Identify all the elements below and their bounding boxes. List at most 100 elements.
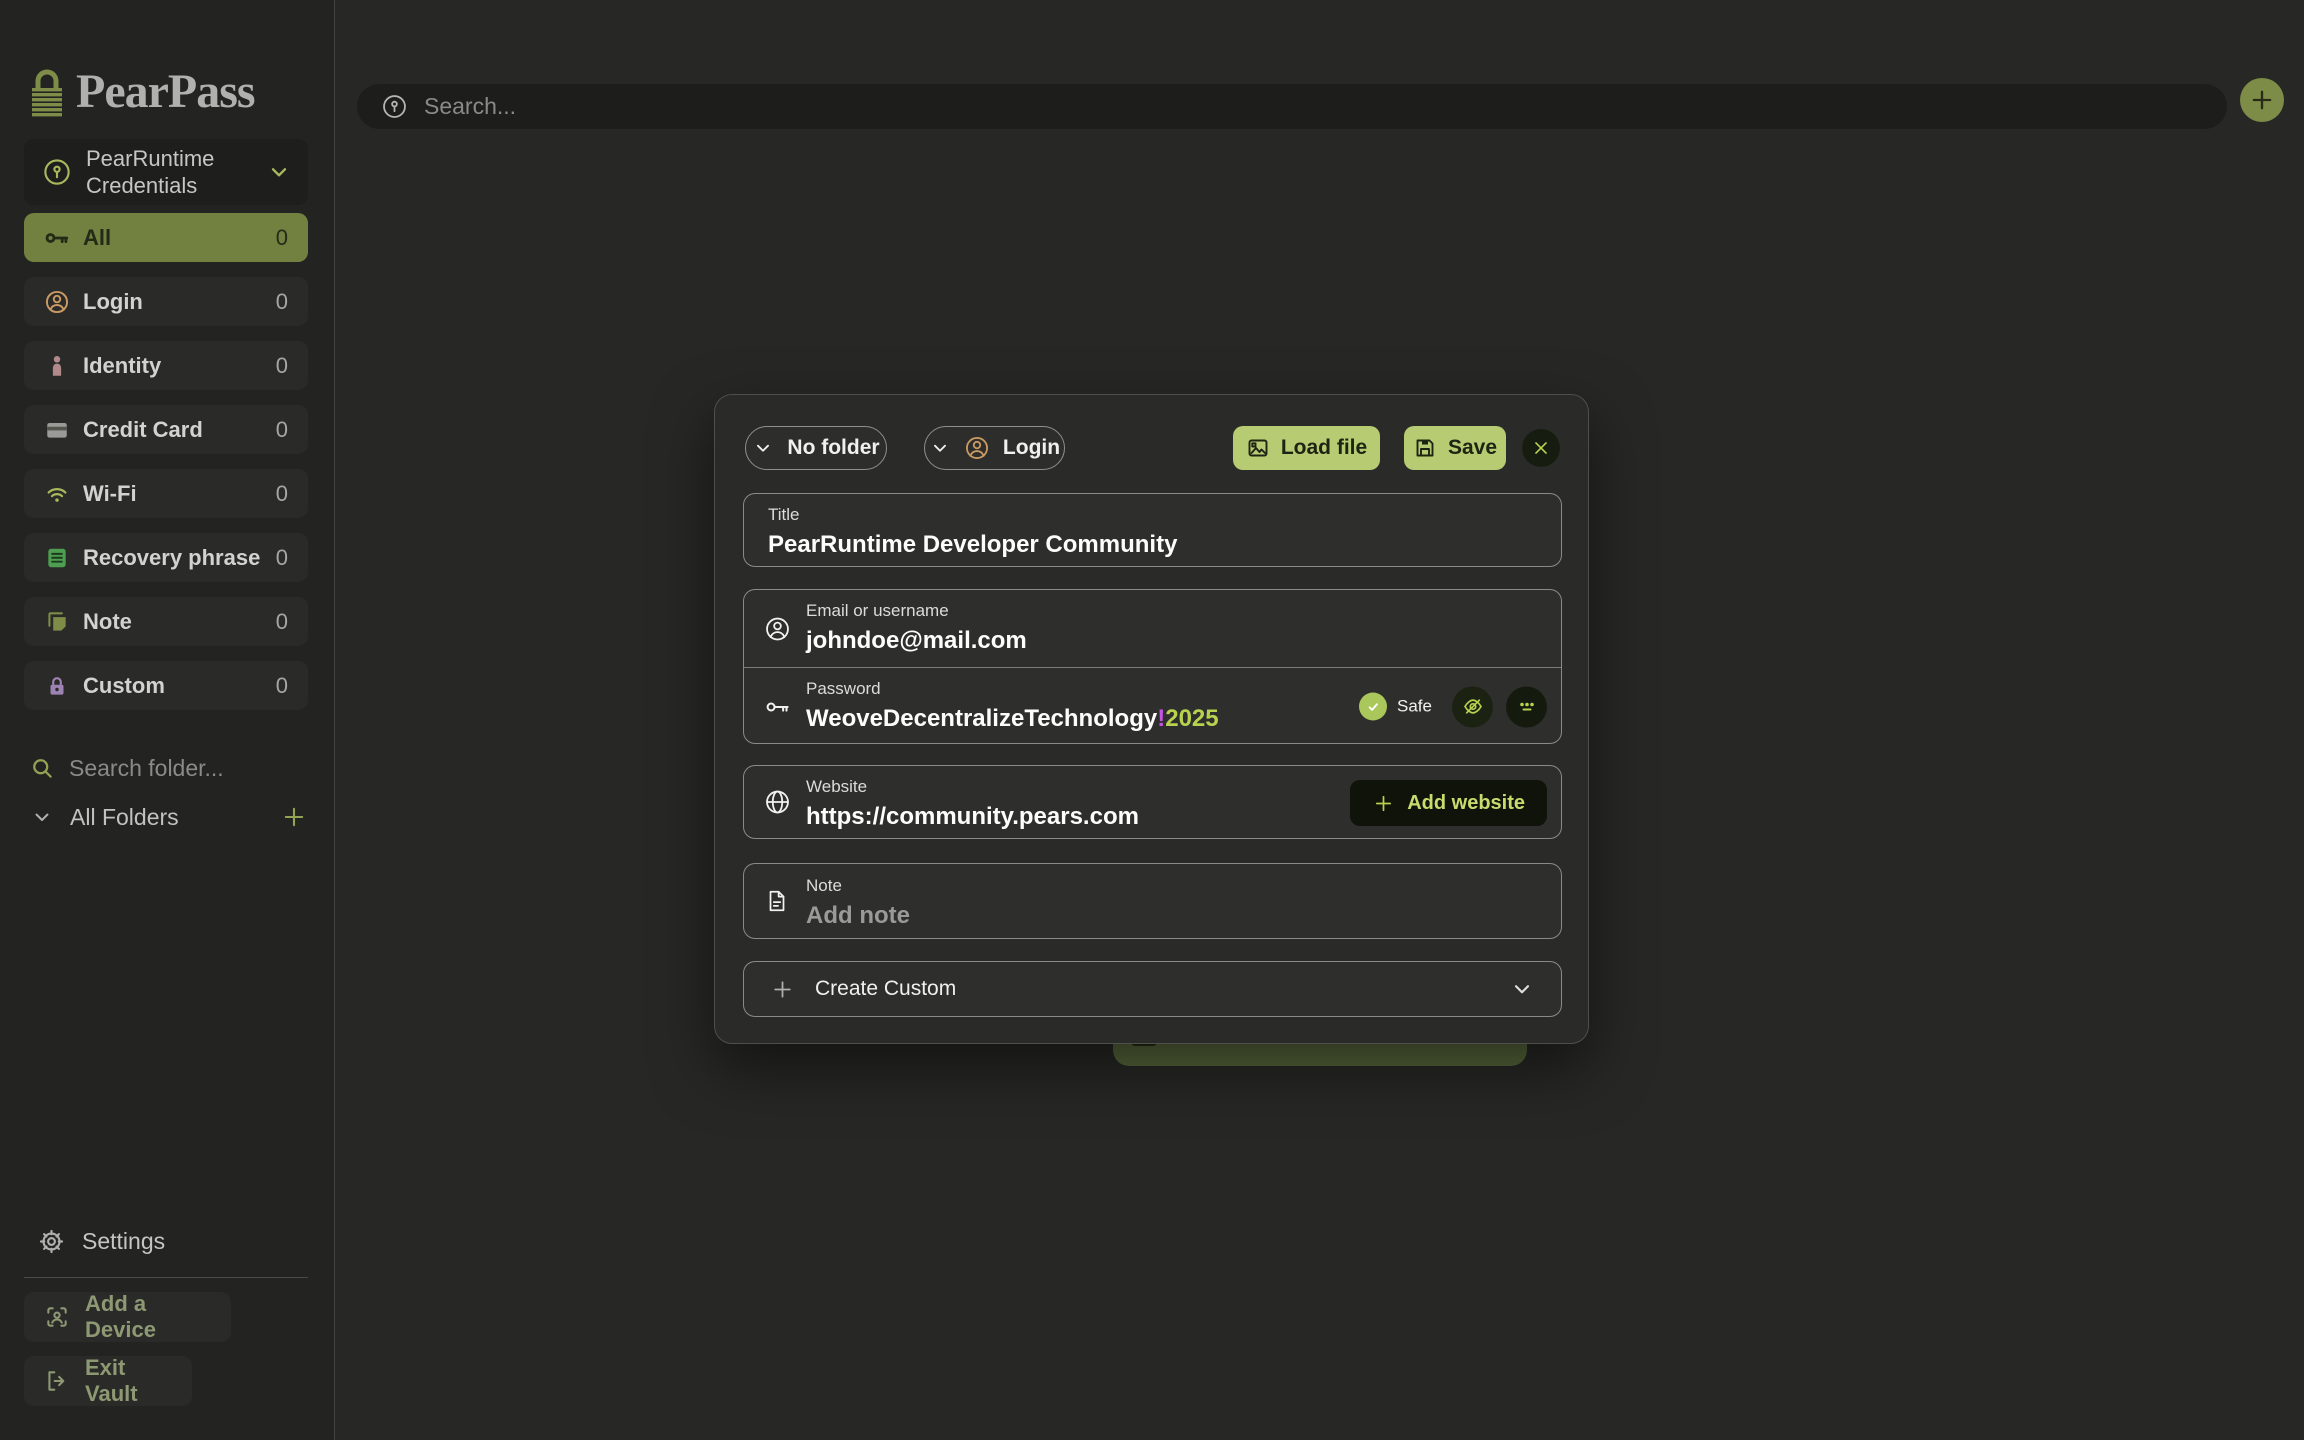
sidebar-item-note[interactable]: Note 0 bbox=[24, 597, 308, 646]
create-custom-label: Create Custom bbox=[815, 977, 956, 1001]
person-circle-icon bbox=[964, 435, 990, 461]
sidebar-item-label: Note bbox=[83, 609, 132, 635]
item-count: 0 bbox=[276, 609, 288, 635]
lock-icon bbox=[44, 673, 70, 699]
create-custom-button[interactable]: Create Custom bbox=[743, 961, 1562, 1017]
toggle-password-visibility-button[interactable] bbox=[1452, 686, 1493, 727]
password-tools: Safe bbox=[1359, 686, 1547, 727]
device-scan-icon bbox=[44, 1304, 70, 1330]
note-label: Note bbox=[806, 876, 1561, 896]
global-search bbox=[357, 84, 2227, 129]
sidebar-item-login[interactable]: Login 0 bbox=[24, 277, 308, 326]
note-placeholder: Add note bbox=[806, 902, 1561, 930]
search-icon bbox=[30, 756, 55, 781]
chevron-down-icon bbox=[752, 437, 774, 459]
keyhole-icon bbox=[42, 157, 72, 187]
chevron-down-icon bbox=[266, 159, 292, 185]
add-website-button[interactable]: Add website bbox=[1350, 780, 1547, 826]
chevron-down-icon bbox=[1509, 976, 1535, 1002]
password-value-digits: 2025 bbox=[1165, 705, 1218, 732]
settings-button[interactable]: Settings bbox=[38, 1228, 165, 1255]
title-label: Title bbox=[768, 505, 1561, 525]
item-count: 0 bbox=[276, 225, 288, 251]
website-field[interactable]: Website https://community.pears.com Add … bbox=[743, 765, 1562, 839]
credit-card-icon bbox=[44, 417, 70, 443]
sidebar-item-custom[interactable]: Custom 0 bbox=[24, 661, 308, 710]
key-icon bbox=[44, 225, 70, 251]
exit-vault-button[interactable]: Exit Vault bbox=[24, 1356, 192, 1406]
globe-icon bbox=[764, 789, 791, 816]
close-button[interactable] bbox=[1522, 429, 1560, 467]
person-circle-icon bbox=[44, 289, 70, 315]
exit-vault-label: Exit Vault bbox=[85, 1355, 168, 1407]
floppy-save-icon bbox=[1413, 436, 1437, 460]
sidebar-item-label: Recovery phrase bbox=[83, 545, 260, 571]
add-device-button[interactable]: Add a Device bbox=[24, 1292, 231, 1342]
modal-header: No folder Login Load file bbox=[745, 426, 1560, 470]
title-field[interactable]: Title PearRuntime Developer Community bbox=[743, 493, 1562, 567]
password-options-button[interactable] bbox=[1506, 686, 1547, 727]
password-field[interactable]: Password WeoveDecentralizeTechnology!202… bbox=[744, 668, 1561, 745]
all-folders-row[interactable]: All Folders bbox=[30, 797, 308, 837]
vault-selector[interactable]: PearRuntime Credentials bbox=[24, 139, 308, 205]
item-count: 0 bbox=[276, 673, 288, 699]
note-icon bbox=[44, 609, 70, 635]
vault-name: PearRuntime Credentials bbox=[86, 145, 246, 199]
folder-search-input[interactable] bbox=[67, 754, 267, 783]
folder-search bbox=[30, 748, 300, 788]
username-field[interactable]: Email or username johndoe@mail.com bbox=[744, 590, 1561, 667]
add-folder-button[interactable] bbox=[280, 803, 308, 831]
credentials-group: Email or username johndoe@mail.com Passw… bbox=[743, 589, 1562, 744]
save-button[interactable]: Save bbox=[1404, 426, 1506, 470]
close-icon bbox=[1530, 437, 1552, 459]
add-item-button[interactable] bbox=[2240, 78, 2284, 122]
chevron-down-icon bbox=[30, 805, 54, 829]
credential-editor-modal: No folder Login Load file bbox=[714, 394, 1589, 1044]
app-logo: PearPass bbox=[28, 64, 255, 119]
image-icon bbox=[1246, 436, 1270, 460]
app-title: PearPass bbox=[76, 64, 255, 119]
keyhole-search-icon bbox=[381, 93, 408, 120]
person-circle-icon bbox=[764, 615, 791, 642]
lock-logo-icon bbox=[28, 66, 66, 118]
password-strength-label: Safe bbox=[1397, 697, 1432, 717]
pearpass-app: PearPass PearRuntime Credentials All 0 bbox=[0, 0, 2304, 1440]
dots-menu-icon bbox=[1515, 695, 1539, 719]
person-icon bbox=[44, 353, 70, 379]
sidebar: PearPass PearRuntime Credentials All 0 bbox=[0, 0, 335, 1440]
username-value: johndoe@mail.com bbox=[806, 627, 1561, 655]
type-selector-label: Login bbox=[1003, 436, 1060, 460]
plus-icon bbox=[1372, 792, 1395, 815]
sidebar-item-credit-card[interactable]: Credit Card 0 bbox=[24, 405, 308, 454]
safe-check-icon bbox=[1359, 693, 1387, 721]
note-field[interactable]: Note Add note bbox=[743, 863, 1562, 939]
sidebar-item-label: Custom bbox=[83, 673, 165, 699]
chevron-down-icon bbox=[929, 437, 951, 459]
folder-selector[interactable]: No folder bbox=[745, 426, 887, 470]
load-file-button[interactable]: Load file bbox=[1233, 426, 1380, 470]
sidebar-item-label: Identity bbox=[83, 353, 161, 379]
sidebar-item-wifi[interactable]: Wi-Fi 0 bbox=[24, 469, 308, 518]
sidebar-item-label: Credit Card bbox=[83, 417, 203, 443]
plus-icon bbox=[770, 977, 795, 1002]
key-icon bbox=[764, 693, 791, 720]
folder-selector-label: No folder bbox=[787, 436, 879, 460]
sidebar-item-all[interactable]: All 0 bbox=[24, 213, 308, 262]
item-count: 0 bbox=[276, 289, 288, 315]
eye-off-icon bbox=[1461, 695, 1485, 719]
item-count: 0 bbox=[276, 417, 288, 443]
all-folders-label: All Folders bbox=[70, 804, 179, 831]
wifi-icon bbox=[44, 481, 70, 507]
sidebar-item-recovery-phrase[interactable]: Recovery phrase 0 bbox=[24, 533, 308, 582]
gear-icon bbox=[38, 1228, 65, 1255]
type-selector[interactable]: Login bbox=[924, 426, 1065, 470]
username-label: Email or username bbox=[806, 601, 1561, 621]
item-count: 0 bbox=[276, 481, 288, 507]
load-file-label: Load file bbox=[1281, 436, 1367, 460]
document-icon bbox=[764, 888, 790, 914]
global-search-input[interactable] bbox=[422, 92, 1022, 121]
sidebar-item-identity[interactable]: Identity 0 bbox=[24, 341, 308, 390]
add-device-label: Add a Device bbox=[85, 1291, 207, 1343]
password-value-main: WeoveDecentralizeTechnology bbox=[806, 705, 1157, 732]
settings-label: Settings bbox=[82, 1228, 165, 1255]
